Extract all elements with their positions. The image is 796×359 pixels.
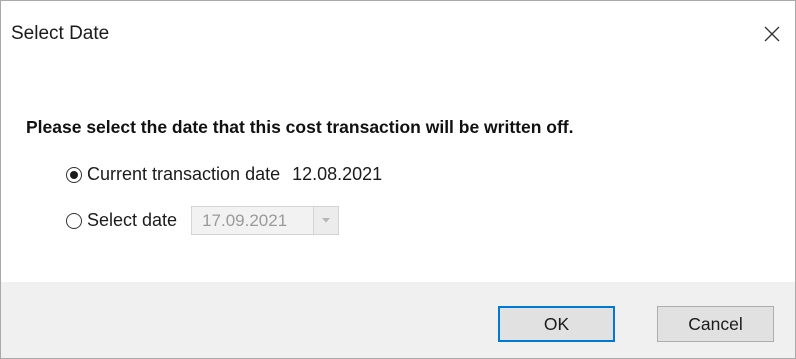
current-date-label[interactable]: Current transaction date xyxy=(87,164,280,185)
chevron-down-icon xyxy=(322,218,331,223)
option-select-date[interactable]: Select date 17.09.2021 xyxy=(66,206,340,235)
current-date-value: 12.08.2021 xyxy=(292,164,383,184)
dialog-title: Select Date xyxy=(11,23,110,44)
date-picker[interactable]: 17.09.2021 xyxy=(191,206,340,235)
close-button[interactable] xyxy=(749,11,795,57)
close-icon xyxy=(764,26,780,42)
current-date-radio[interactable] xyxy=(66,166,82,183)
date-picker-field[interactable]: 17.09.2021 xyxy=(192,207,315,234)
prompt-text: Please select the date that this cost tr… xyxy=(26,117,574,137)
cancel-button[interactable]: Cancel xyxy=(657,306,774,342)
ok-button[interactable]: OK xyxy=(498,306,615,342)
radio-checked-dot xyxy=(70,170,78,179)
date-picker-dropdown-button[interactable] xyxy=(314,207,339,234)
select-date-radio[interactable] xyxy=(66,212,82,229)
title-bar: Select Date xyxy=(1,1,795,63)
dialog-footer: OK Cancel xyxy=(1,282,795,358)
option-current-transaction-date[interactable]: Current transaction date 12.08.2021 xyxy=(66,164,382,185)
select-date-label[interactable]: Select date xyxy=(87,210,177,231)
select-date-dialog: Select Date Please select the date that … xyxy=(0,0,796,359)
